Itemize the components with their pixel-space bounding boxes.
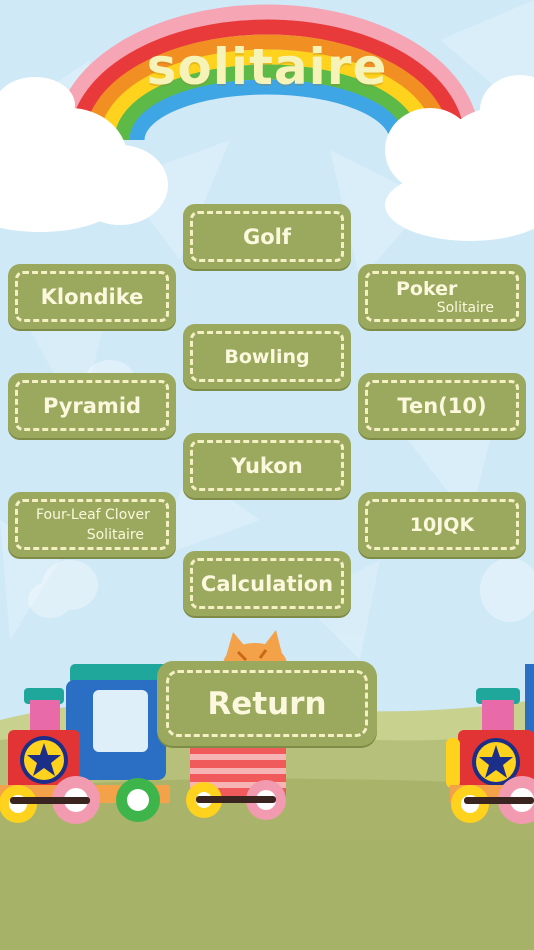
tenjqk-label: 10JQK (409, 513, 475, 536)
four-leaf-clover-label: Four-Leaf Clover (36, 507, 150, 523)
klondike-button[interactable]: Klondike (8, 264, 176, 329)
poker-label: Poker (396, 278, 458, 300)
app-title: solitaire (146, 38, 388, 96)
return-label: Return (207, 685, 327, 722)
yukon-label: Yukon (231, 453, 303, 478)
bowling-button[interactable]: Bowling (183, 324, 351, 389)
poker-solitaire-button[interactable]: Poker Solitaire (358, 264, 526, 329)
four-leaf-clover-button[interactable]: Four-Leaf Clover Solitaire (8, 492, 176, 557)
golf-button[interactable]: Golf (183, 204, 351, 269)
game-scene: solitaire Golf Klondike Poker Solitaire … (0, 0, 534, 950)
four-leaf-clover-sub-label: Solitaire (86, 527, 144, 543)
poker-sub-label: Solitaire (436, 300, 494, 316)
yukon-button[interactable]: Yukon (183, 433, 351, 498)
ten-button[interactable]: Ten(10) (358, 373, 526, 438)
calculation-label: Calculation (200, 571, 334, 596)
bowling-label: Bowling (224, 345, 310, 368)
tenjqk-button[interactable]: 10JQK (358, 492, 526, 557)
pyramid-label: Pyramid (42, 393, 142, 418)
golf-label: Golf (243, 224, 291, 249)
return-button[interactable]: Return (157, 661, 377, 746)
klondike-label: Klondike (40, 284, 144, 309)
pyramid-button[interactable]: Pyramid (8, 373, 176, 438)
ten-label: Ten(10) (397, 393, 487, 418)
calculation-button[interactable]: Calculation (183, 551, 351, 616)
